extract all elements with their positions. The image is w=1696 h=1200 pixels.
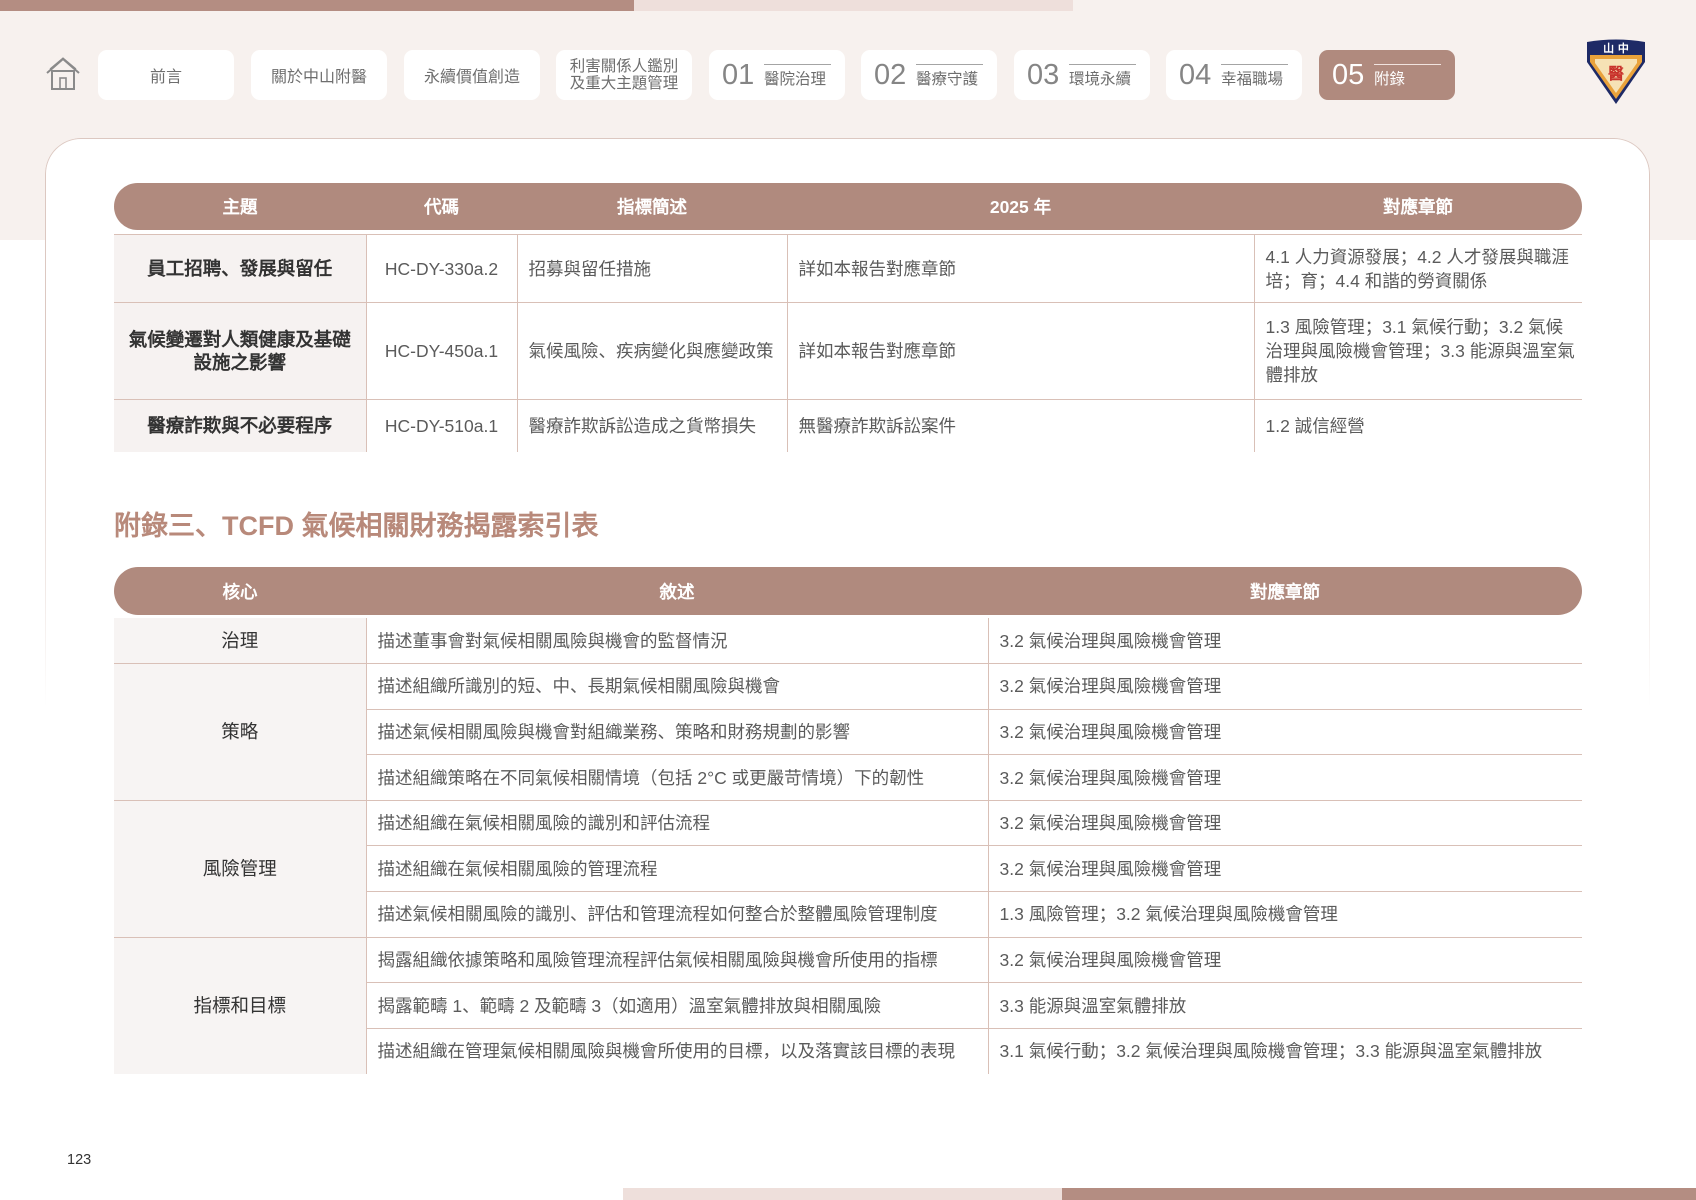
top-accent-bar <box>0 0 634 11</box>
nav-item-label: 前言 <box>149 69 182 86</box>
tcfd-table-header: 核心 敘述 對應章節 <box>114 567 1582 615</box>
table-row: 員工招聘、發展與留任 HC-DY-330a.2 招募與留任措施 詳如本報告對應章… <box>114 234 1582 303</box>
nav-item-01-governance[interactable]: 01 醫院治理 <box>709 50 845 100</box>
nav-item-label: 醫療守護 <box>916 64 983 89</box>
nav-item-label: 醫院治理 <box>764 64 831 89</box>
nav-item-02-medical-care[interactable]: 02 醫療守護 <box>861 50 997 100</box>
report-page: 前言 關於中山附醫 永續價值創造 利害關係人鑑別 及重大主題管理 01 醫院治理… <box>0 0 1696 1200</box>
column-header: 代碼 <box>424 197 459 217</box>
description-cell: 描述組織策略在不同氣候相關情境（包括 2°C 或更嚴苛情境）下的韌性 <box>365 754 988 801</box>
nav-item-label: 關於中山附醫 <box>270 69 367 86</box>
hospital-logo: 山 中 醫 <box>1585 38 1647 105</box>
bottom-accent-bar-light <box>623 1188 1062 1200</box>
column-header: 指標簡述 <box>617 197 687 217</box>
column-header: 對應章節 <box>1383 197 1453 217</box>
table-row: 指標和目標 揭露組織依據策略和風險管理流程評估氣候相關風險與機會所使用的指標 3… <box>114 936 1582 1074</box>
metric-cell: 招募與留任措施 <box>516 234 787 303</box>
core-cell: 風險管理 <box>114 799 366 938</box>
table-row: 治理 描述董事會對氣候相關風險與機會的監督情況 3.2 氣候治理與風險機會管理 <box>114 618 1582 664</box>
code-cell: HC-DY-330a.2 <box>365 234 517 303</box>
chapter-cell: 3.2 氣候治理與風險機會管理 <box>987 754 1582 801</box>
topic-cell: 氣候變遷對人類健康及基礎設施之影響 <box>114 302 366 400</box>
nav-item-label: 環境永續 <box>1069 64 1136 89</box>
code-cell: HC-DY-510a.1 <box>365 399 517 452</box>
nav-item-number: 02 <box>874 59 907 91</box>
column-header: 2025 年 <box>989 197 1052 217</box>
nav-item-label: 永續價值創造 <box>423 69 520 86</box>
nav-item-04-workplace[interactable]: 04 幸福職場 <box>1166 50 1302 100</box>
description-cell: 描述組織在氣候相關風險的管理流程 <box>365 845 988 892</box>
year-2025-cell: 無醫療詐欺訴訟案件 <box>786 399 1254 452</box>
nav-item-number: 04 <box>1179 59 1212 91</box>
chapter-cell: 1.2 誠信經營 <box>1253 399 1582 452</box>
home-icon[interactable] <box>45 56 81 92</box>
description-cell: 揭露範疇 1、範疇 2 及範疇 3（如適用）溫室氣體排放與相關風險 <box>365 982 988 1029</box>
description-cell: 揭露組織依據策略和風險管理流程評估氣候相關風險與機會所使用的指標 <box>365 936 988 983</box>
bottom-accent-bar <box>1062 1188 1696 1200</box>
chapter-cell: 1.3 風險管理；3.2 氣候治理與風險機會管理 <box>987 891 1582 938</box>
table-row: 風險管理 描述組織在氣候相關風險的識別和評估流程 3.2 氣候治理與風險機會管理 <box>114 799 1582 938</box>
nav-item-number: 05 <box>1332 59 1365 91</box>
chapter-cell: 3.2 氣候治理與風險機會管理 <box>987 799 1582 846</box>
top-accent-bar-light <box>634 0 1073 11</box>
year-2025-cell: 詳如本報告對應章節 <box>786 234 1254 303</box>
column-header: 主題 <box>222 197 258 217</box>
nav-item-sustainability-value[interactable]: 永續價值創造 <box>404 50 540 100</box>
sasb-index-table: 員工招聘、發展與留任 HC-DY-330a.2 招募與留任措施 詳如本報告對應章… <box>114 234 1582 452</box>
nav-item-03-environment[interactable]: 03 環境永續 <box>1014 50 1150 100</box>
column-header: 敘述 <box>659 581 695 602</box>
description-cell: 描述組織所識別的短、中、長期氣候相關風險與機會 <box>365 663 988 710</box>
description-cell: 描述組織在氣候相關風險的識別和評估流程 <box>365 799 988 846</box>
column-header: 核心 <box>222 581 258 602</box>
chapter-cell: 3.2 氣候治理與風險機會管理 <box>987 936 1582 983</box>
chapter-cell: 1.3 風險管理；3.1 氣候行動；3.2 氣候治理與風險機會管理；3.3 能源… <box>1253 302 1582 400</box>
chapter-cell: 3.2 氣候治理與風險機會管理 <box>987 663 1582 710</box>
chapter-cell: 3.1 氣候行動；3.2 氣候治理與風險機會管理；3.3 能源與溫室氣體排放 <box>987 1027 1582 1074</box>
nav-item-about[interactable]: 關於中山附醫 <box>251 50 387 100</box>
core-cell: 治理 <box>114 618 366 664</box>
chapter-cell: 3.2 氣候治理與風險機會管理 <box>987 618 1582 664</box>
nav-item-label-line1: 利害關係人鑑別 <box>569 58 679 75</box>
table-row: 氣候變遷對人類健康及基礎設施之影響 HC-DY-450a.1 氣候風險、疾病變化… <box>114 302 1582 400</box>
nav-item-preface[interactable]: 前言 <box>98 50 234 100</box>
table-row: 策略 描述組織所識別的短、中、長期氣候相關風險與機會 3.2 氣候治理與風險機會… <box>114 663 1582 801</box>
nav-item-label-line2: 及重大主題管理 <box>569 75 679 92</box>
topic-cell: 員工招聘、發展與留任 <box>114 234 366 303</box>
logo-top-text: 山 中 <box>1603 41 1629 55</box>
core-cell: 指標和目標 <box>114 936 366 1074</box>
chapter-cell: 3.2 氣候治理與風險機會管理 <box>987 845 1582 892</box>
description-cell: 描述氣候相關風險與機會對組織業務、策略和財務規劃的影響 <box>365 708 988 755</box>
topic-cell: 醫療詐欺與不必要程序 <box>114 399 366 452</box>
description-cell: 描述董事會對氣候相關風險與機會的監督情況 <box>365 618 988 664</box>
sasb-table-header: 主題 代碼 指標簡述 2025 年 對應章節 <box>114 183 1582 230</box>
metric-cell: 醫療詐欺訴訟造成之貨幣損失 <box>516 399 787 452</box>
nav-item-number: 01 <box>722 59 755 91</box>
code-cell: HC-DY-450a.1 <box>365 302 517 400</box>
nav-item-label: 幸福職場 <box>1221 64 1288 89</box>
description-cell: 描述氣候相關風險的識別、評估和管理流程如何整合於整體風險管理制度 <box>365 891 988 938</box>
logo-emblem-text: 醫 <box>1608 64 1624 83</box>
table-row: 醫療詐欺與不必要程序 HC-DY-510a.1 醫療詐欺訴訟造成之貨幣損失 無醫… <box>114 399 1582 452</box>
chapter-cell: 4.1 人力資源發展；4.2 人才發展與職涯培；育；4.4 和諧的勞資關係 <box>1253 234 1582 303</box>
description-cell: 描述組織在管理氣候相關風險與機會所使用的目標，以及落實該目標的表現 <box>365 1027 988 1074</box>
nav-item-stakeholders[interactable]: 利害關係人鑑別 及重大主題管理 <box>556 50 692 100</box>
tcfd-index-table: 治理 描述董事會對氣候相關風險與機會的監督情況 3.2 氣候治理與風險機會管理 … <box>114 618 1582 1074</box>
chapter-cell: 3.3 能源與溫室氣體排放 <box>987 982 1582 1029</box>
core-cell: 策略 <box>114 663 366 801</box>
nav-item-05-appendix[interactable]: 05 附錄 <box>1319 50 1455 100</box>
column-header: 對應章節 <box>1250 581 1320 602</box>
chapter-cell: 3.2 氣候治理與風險機會管理 <box>987 708 1582 755</box>
year-2025-cell: 詳如本報告對應章節 <box>786 302 1254 400</box>
section-title: 附錄三、TCFD 氣候相關財務揭露索引表 <box>114 511 599 541</box>
metric-cell: 氣候風險、疾病變化與應變政策 <box>516 302 787 400</box>
page-number: 123 <box>67 1152 92 1168</box>
nav-item-number: 03 <box>1027 59 1060 91</box>
nav-item-label: 附錄 <box>1374 64 1441 89</box>
